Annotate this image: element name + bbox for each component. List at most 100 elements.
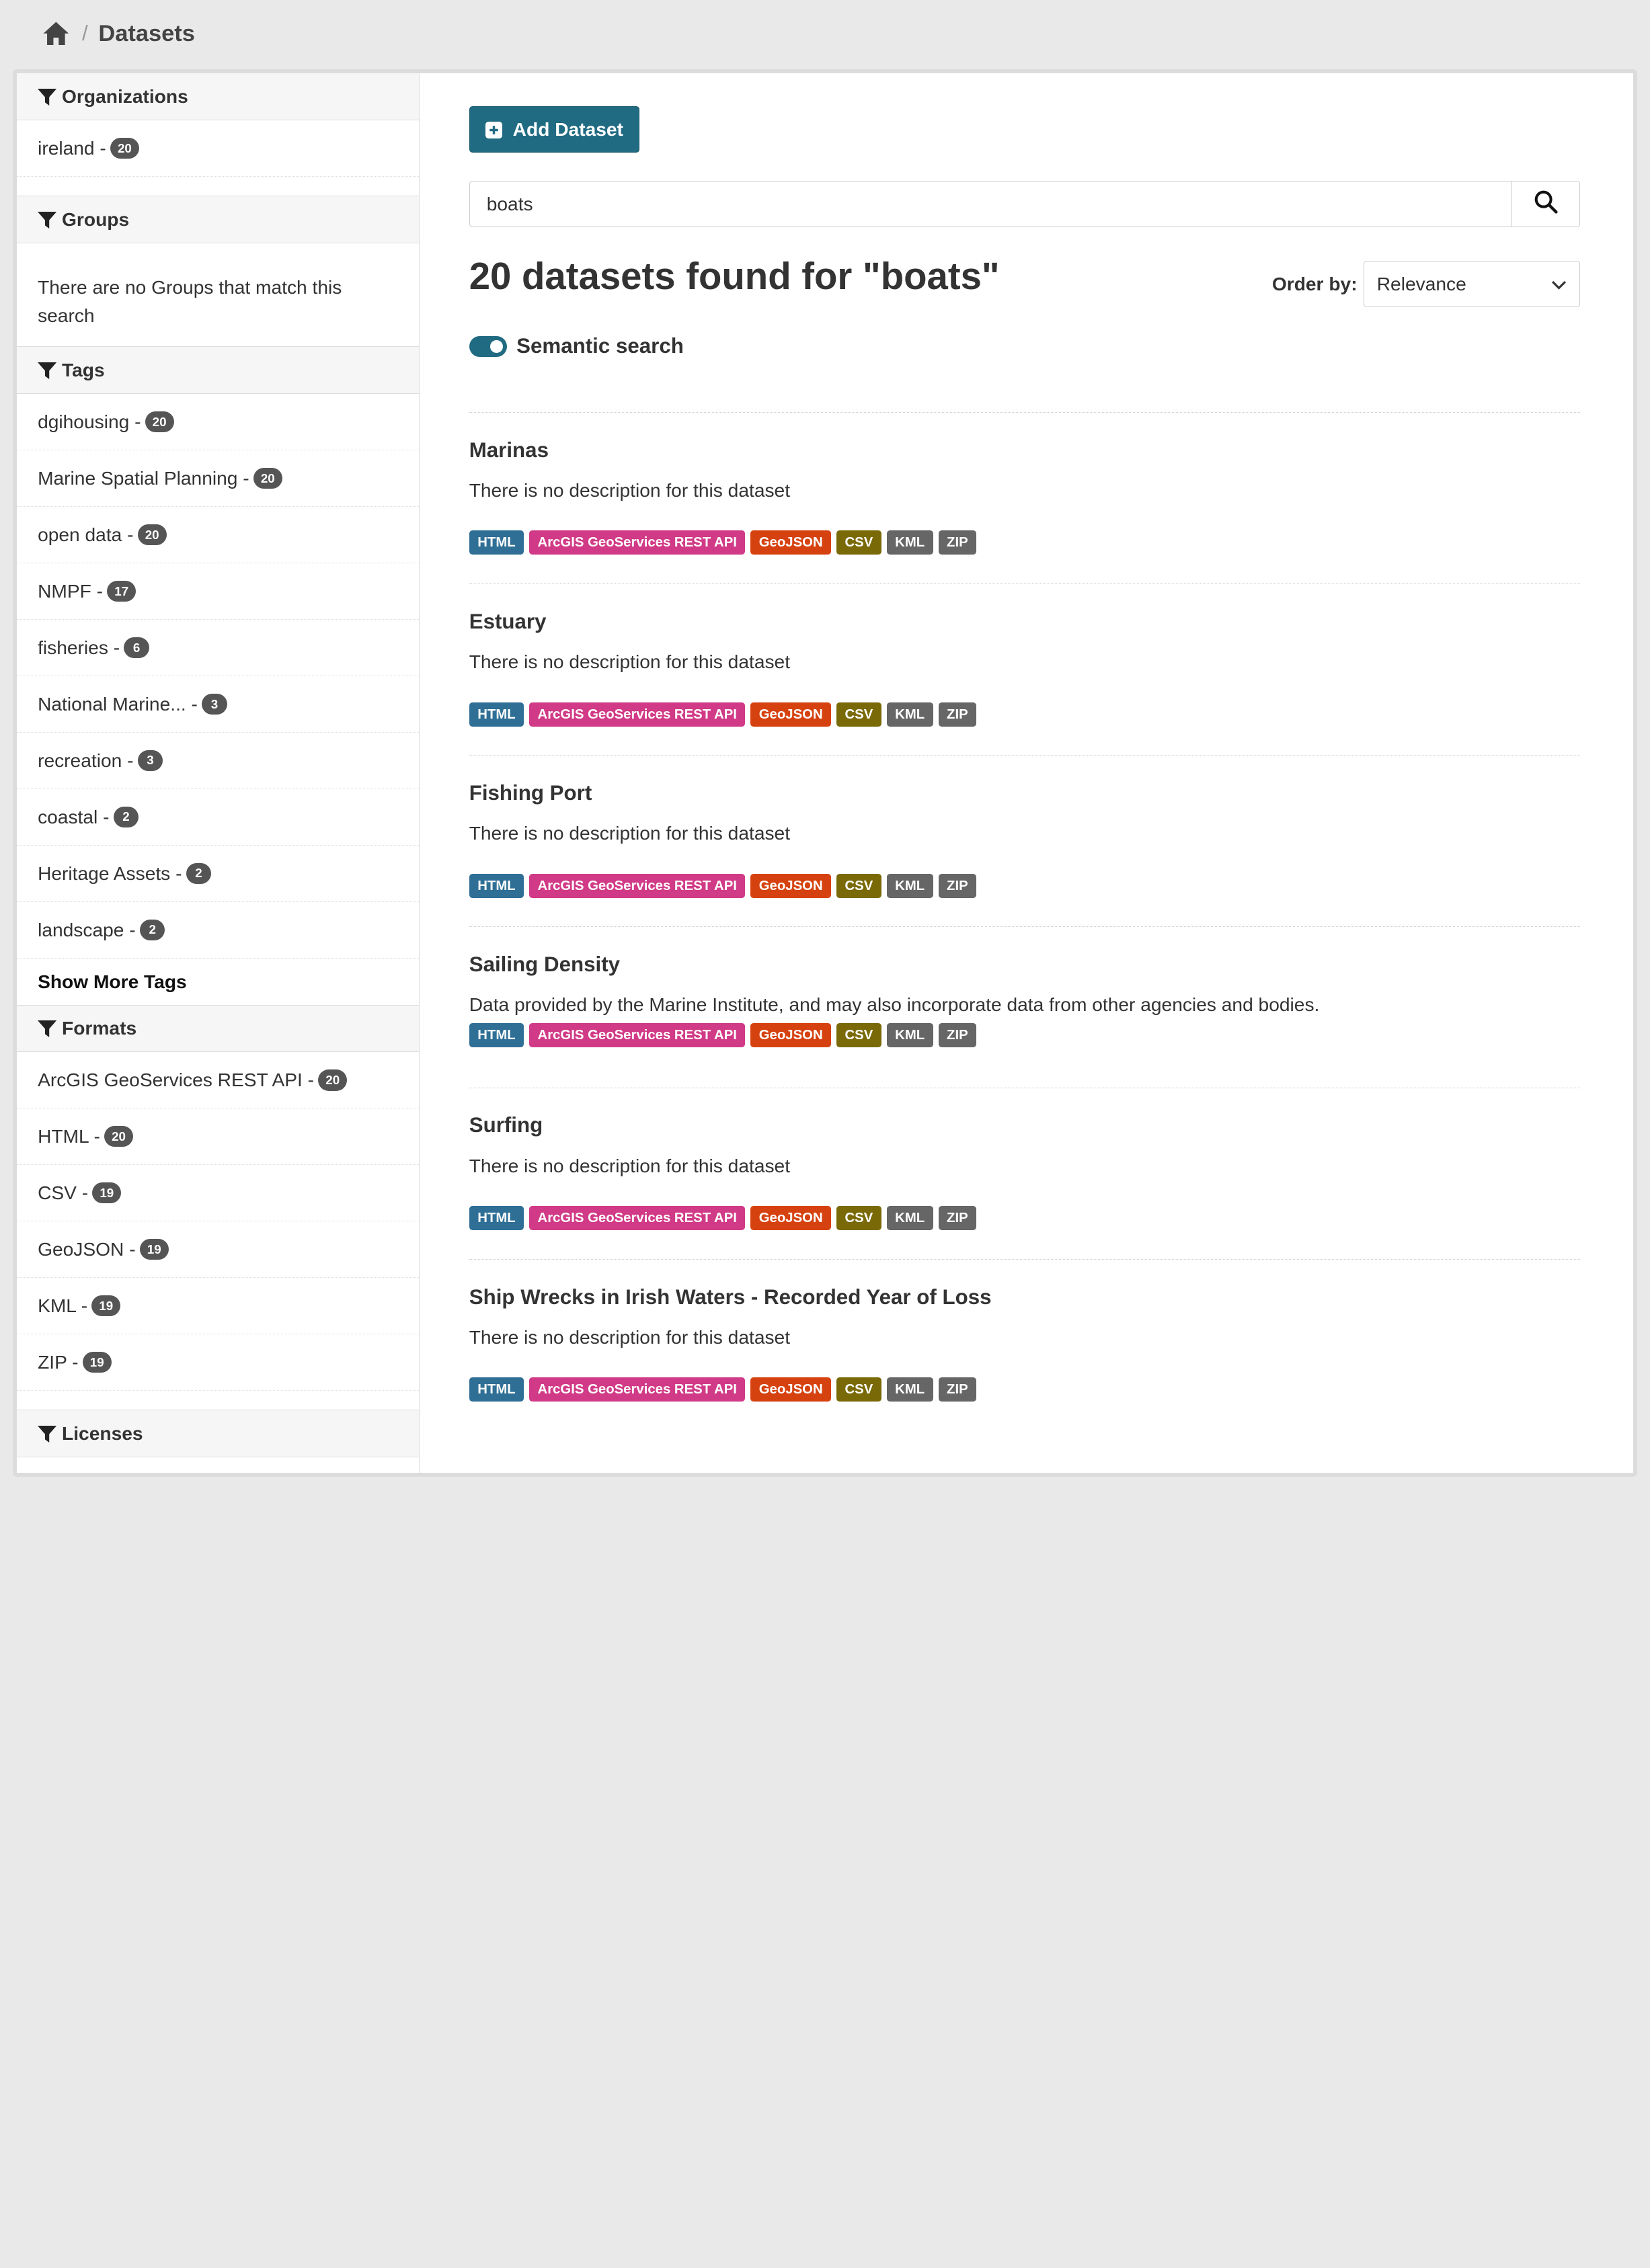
facet-heading-licenses: Licenses [16,1410,419,1458]
facet-item-tag[interactable]: dgihousing - 20 [16,394,419,451]
format-label[interactable]: ZIP [938,530,977,555]
chevron-down-icon [1550,273,1567,295]
facet-item-format[interactable]: ZIP - 19 [16,1334,419,1391]
order-by-label: Order by: [1271,272,1358,294]
format-label[interactable]: ArcGIS GeoServices REST API [529,1377,746,1402]
facet-item-tag[interactable]: fisheries - 6 [16,620,419,676]
dataset-title-link[interactable]: Ship Wrecks in Irish Waters - Recorded Y… [469,1285,992,1309]
format-label[interactable]: ArcGIS GeoServices REST API [529,530,746,555]
facet-item-tag[interactable]: open data - 20 [16,507,419,564]
add-dataset-button[interactable]: Add Dataset [469,106,640,153]
formats-list: ArcGIS GeoServices REST API - 20 HTML - 2… [16,1052,419,1391]
format-label[interactable]: CSV [836,1022,881,1047]
groups-empty-message: There are no Groups that match this sear… [16,243,419,348]
format-label[interactable]: ZIP [938,1022,977,1047]
dataset-title-link[interactable]: Surfing [469,1113,543,1137]
format-label-list: HTML ArcGIS GeoServices REST API GeoJSON CS… [469,1022,977,1047]
count-badge: 19 [92,1182,122,1204]
count-badge: 20 [110,137,139,159]
dataset-description: There is no description for this dataset [469,1154,791,1176]
facet-item-tag[interactable]: landscape - 2 [16,902,419,959]
format-label[interactable]: KML [886,1022,933,1047]
facet-item-format[interactable]: HTML - 20 [16,1108,419,1166]
format-label[interactable]: ZIP [938,1377,977,1402]
format-label[interactable]: GeoJSON [750,1377,832,1402]
format-label[interactable]: CSV [836,1206,881,1231]
format-label[interactable]: HTML [469,1022,524,1047]
count-badge: 19 [91,1295,121,1317]
facet-item-tag[interactable]: Heritage Assets - 2 [16,846,419,902]
facet-item-format[interactable]: CSV - 19 [16,1165,419,1222]
format-label-list: HTML ArcGIS GeoServices REST API GeoJSON CS… [469,1206,977,1231]
format-label-list: HTML ArcGIS GeoServices REST API GeoJSON CS… [469,530,977,555]
format-label[interactable]: GeoJSON [750,530,832,555]
facet-item-tag[interactable]: recreation - 3 [16,733,419,789]
format-label[interactable]: CSV [836,1377,881,1402]
filter-icon [38,1425,57,1443]
filter-icon [38,211,57,229]
semantic-search-label: Semantic search [516,334,684,358]
search-input[interactable] [469,180,1512,227]
count-badge: 20 [318,1069,348,1091]
dataset-title-link[interactable]: Sailing Density [469,953,620,977]
show-more-tags-link[interactable]: Show More Tags [17,959,419,1005]
format-label[interactable]: ArcGIS GeoServices REST API [529,873,746,898]
dataset-description: Data provided by the Marine Institute, a… [469,994,1320,1016]
format-label-list: HTML ArcGIS GeoServices REST API GeoJSON CS… [469,702,977,727]
format-label[interactable]: ArcGIS GeoServices REST API [529,702,746,727]
format-label[interactable]: ArcGIS GeoServices REST API [529,1022,746,1047]
facet-item-tag[interactable]: NMPF - 17 [16,563,419,620]
search-button[interactable] [1511,180,1581,227]
format-label[interactable]: KML [886,873,933,898]
format-label[interactable]: HTML [469,702,524,727]
format-label[interactable]: ZIP [938,873,977,898]
format-label[interactable]: KML [886,702,933,727]
format-label[interactable]: ZIP [938,702,977,727]
breadcrumb: / Datasets [0,0,1650,67]
dataset-title-link[interactable]: Fishing Port [469,781,592,805]
format-label[interactable]: CSV [836,530,881,555]
facet-item-tag[interactable]: coastal - 2 [16,789,419,846]
plus-square-icon [485,121,503,138]
dataset-item: Fishing Port There is no description for … [469,755,1581,926]
filter-icon [38,362,57,380]
breadcrumb-datasets[interactable]: Datasets [98,21,195,47]
home-icon[interactable] [42,21,70,46]
facet-item-format[interactable]: KML - 19 [16,1278,419,1335]
count-badge: 19 [139,1239,169,1260]
facet-spacer [16,177,419,197]
format-label[interactable]: ArcGIS GeoServices REST API [529,1206,746,1231]
format-label[interactable]: CSV [836,702,881,727]
format-label[interactable]: GeoJSON [750,702,832,727]
count-badge: 20 [137,524,167,546]
facet-heading-organizations: Organizations [16,73,419,121]
filter-icon [38,88,57,106]
search-bar [469,180,1581,227]
format-label[interactable]: HTML [469,530,524,555]
count-badge: 2 [113,806,139,827]
format-label[interactable]: HTML [469,1377,524,1402]
dataset-title-link[interactable]: Marinas [469,438,549,462]
facet-item-ireland[interactable]: ireland - 20 [16,120,419,177]
facet-item-tag[interactable]: Marine Spatial Planning - 20 [16,450,419,508]
dataset-item: Sailing Density Data provided by the Mari… [469,926,1581,1087]
count-badge: 20 [253,468,282,489]
semantic-search-toggle[interactable] [469,335,508,358]
facet-item-format[interactable]: GeoJSON - 19 [16,1221,419,1279]
facet-item-tag[interactable]: National Marine... - 3 [16,676,419,733]
facet-item-format[interactable]: ArcGIS GeoServices REST API - 20 [16,1052,419,1109]
format-label[interactable]: HTML [469,1206,524,1231]
format-label[interactable]: ZIP [938,1206,977,1231]
format-label[interactable]: CSV [836,873,881,898]
format-label[interactable]: KML [886,530,933,555]
format-label[interactable]: GeoJSON [750,1022,832,1047]
order-by-select[interactable]: Relevance [1363,260,1581,307]
format-label[interactable]: KML [886,1377,933,1402]
dataset-title-link[interactable]: Estuary [469,610,547,634]
format-label[interactable]: KML [886,1206,933,1231]
format-label[interactable]: HTML [469,873,524,898]
count-badge: 19 [82,1351,112,1373]
format-label[interactable]: GeoJSON [750,1206,832,1231]
dataset-item: Ship Wrecks in Irish Waters - Recorded Y… [469,1259,1581,1430]
format-label[interactable]: GeoJSON [750,873,832,898]
